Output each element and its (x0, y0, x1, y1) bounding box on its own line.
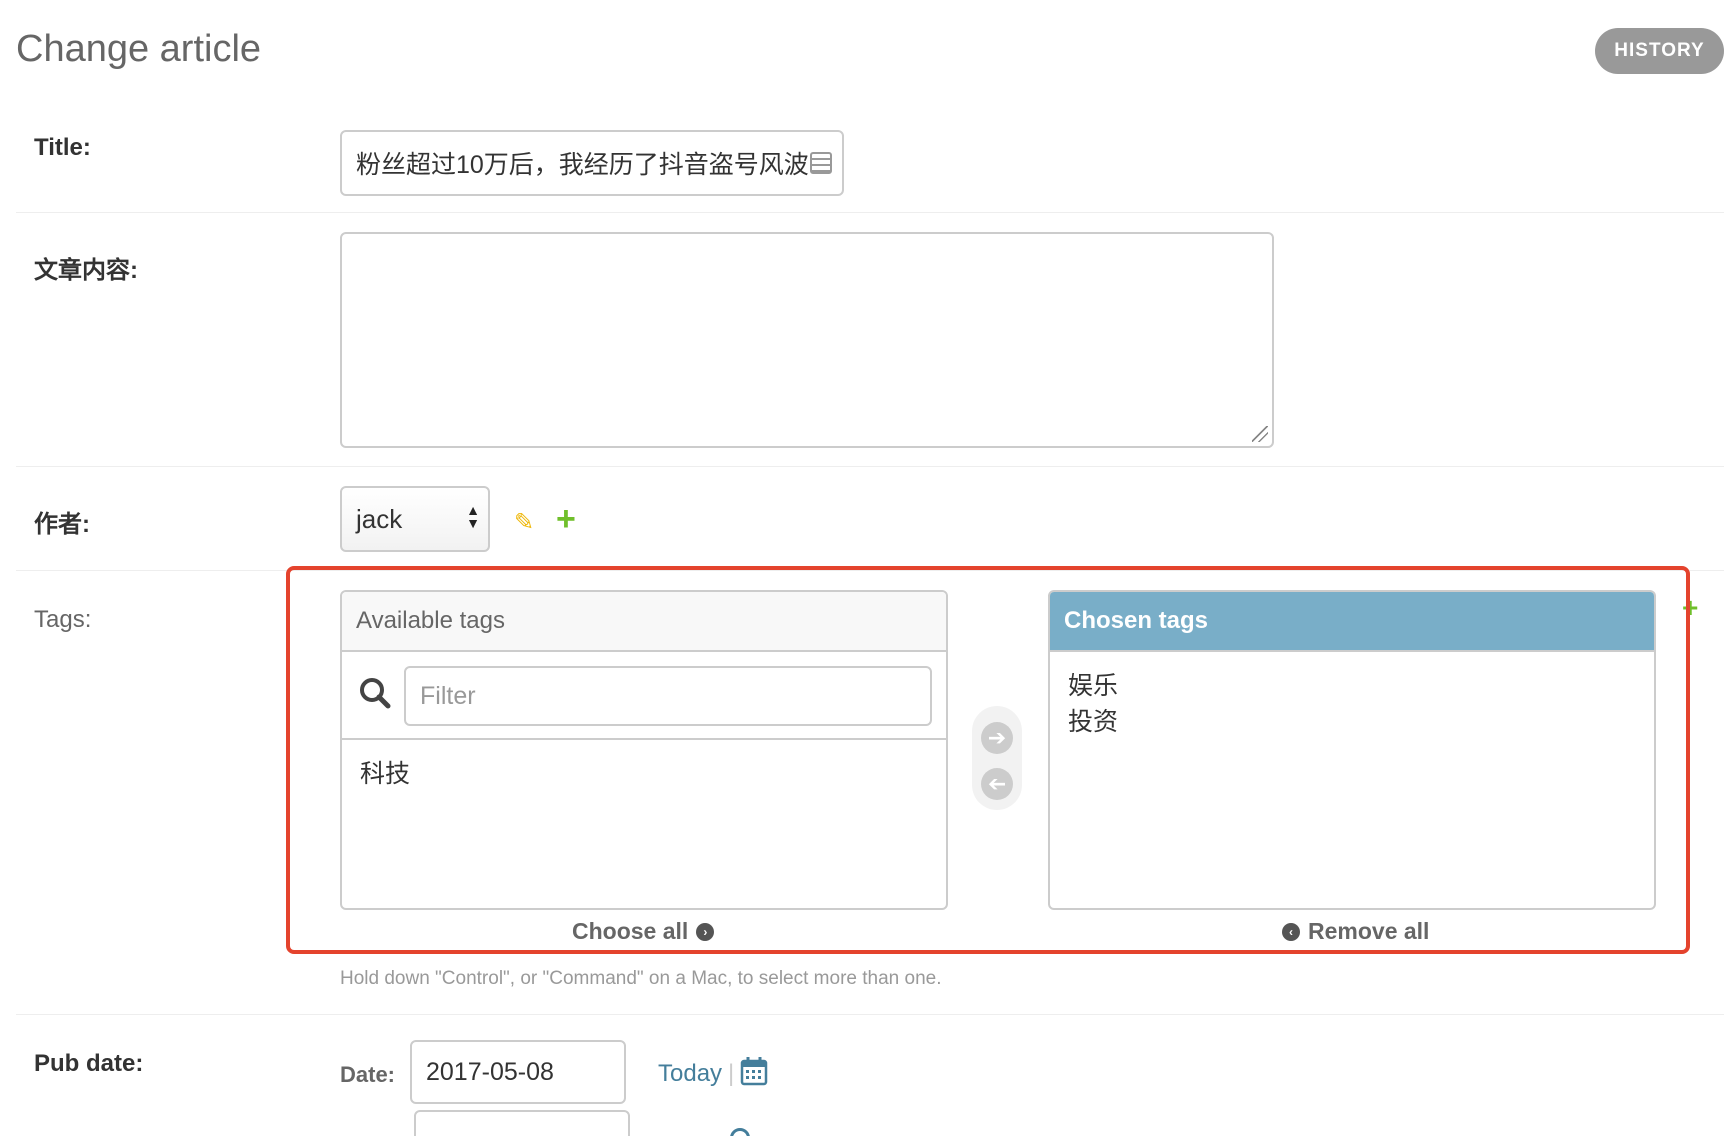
help-text: Hold down "Control", or "Command" on a M… (340, 968, 942, 989)
title-label: Title: (34, 134, 91, 161)
today-link[interactable]: Today (658, 1060, 722, 1088)
autofill-icon[interactable] (810, 152, 832, 174)
content-label: 文章内容: (34, 257, 138, 284)
author-label: 作者: (34, 511, 90, 538)
row-divider (16, 1014, 1724, 1015)
tags-label: Tags: (34, 606, 92, 633)
row-divider (16, 212, 1724, 213)
plus-icon[interactable]: + (556, 502, 576, 536)
clock-icon[interactable] (730, 1128, 750, 1136)
page-title: Change article (16, 28, 262, 70)
separator: | (728, 1060, 735, 1087)
history-button[interactable]: HISTORY (1595, 28, 1724, 74)
date-input[interactable]: 2017-05-08 (410, 1040, 626, 1104)
change-article-page: Change article HISTORY Title: 粉丝超过10万后，我… (0, 0, 1732, 1136)
row-divider (16, 466, 1724, 467)
resize-handle-icon[interactable] (1252, 426, 1268, 442)
content-textarea[interactable] (340, 232, 1274, 448)
time-input[interactable] (414, 1110, 630, 1136)
pub-date-label: Pub date: (34, 1050, 144, 1077)
pencil-icon[interactable]: ✎ (514, 508, 534, 537)
date-label: Date: (340, 1062, 396, 1087)
title-input[interactable]: 粉丝超过10万后，我经历了抖音盗号风波 (340, 130, 844, 196)
highlight-annotation (286, 566, 1690, 954)
select-arrows-icon: ▲ ▼ (466, 502, 480, 531)
calendar-icon[interactable] (740, 1056, 768, 1086)
